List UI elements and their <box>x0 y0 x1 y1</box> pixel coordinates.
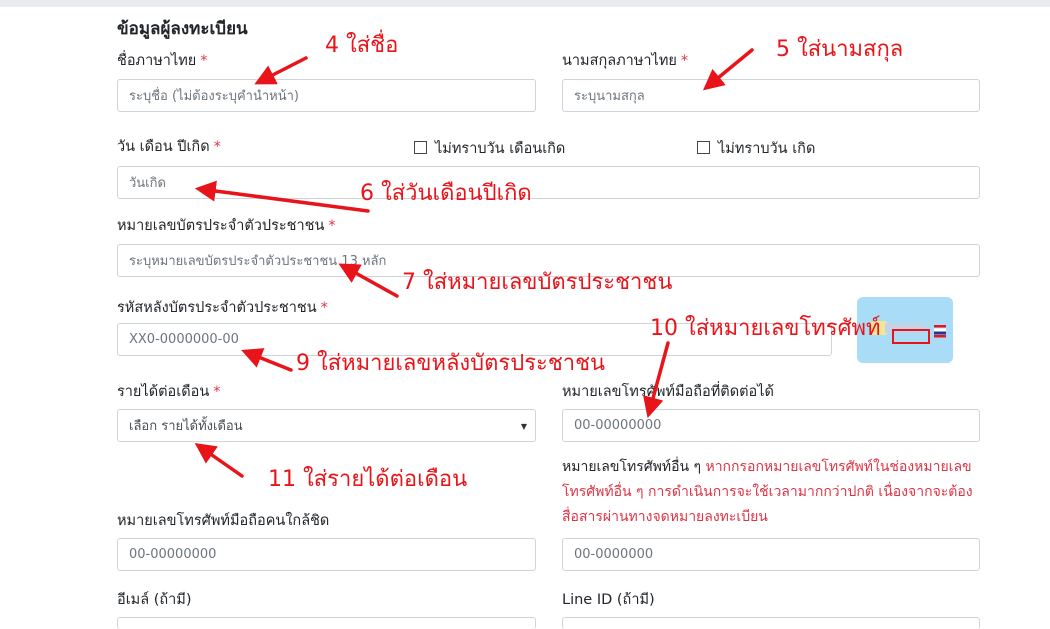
annotation-11: 11 ใส่รายได้ต่อเดือน <box>268 467 468 492</box>
mobile-input[interactable]: 00-00000000 <box>562 409 980 442</box>
annotation-5: 5 ใส่นามสกุล <box>776 37 904 62</box>
email-input[interactable] <box>117 617 536 629</box>
id-card-label: หมายเลขบัตรประจำตัวประชาชน * <box>117 218 336 234</box>
annotation-10: 10 ใส่หมายเลขโทรศัพท์ <box>650 316 881 341</box>
other-phone-input[interactable]: 00-0000000 <box>562 538 980 571</box>
birth-date-label: วัน เดือน ปีเกิด * <box>117 139 221 155</box>
section-title: ข้อมูลผู้ลงทะเบียน <box>117 19 248 39</box>
income-label: รายได้ต่อเดือน * <box>117 384 221 400</box>
income-select[interactable]: เลือก รายได้ทั้งเดือน ▼ <box>117 409 536 442</box>
mobile-label: หมายเลขโทรศัพท์มือถือที่ติดต่อได้ <box>562 384 774 400</box>
caret-down-icon: ▼ <box>520 422 527 431</box>
checkbox-box[interactable] <box>697 141 710 154</box>
last-name-label: นามสกุลภาษาไทย * <box>562 53 689 69</box>
first-name-label: ชื่อภาษาไทย * <box>117 53 208 69</box>
arrow-11 <box>194 442 244 478</box>
checkbox-box[interactable] <box>414 141 427 154</box>
line-id-label: Line ID (ถ้ามี) <box>562 592 655 608</box>
id-card-back-label: รหัสหลังบัตรประจำตัวประชาชน * <box>117 300 328 316</box>
unknown-day-month-checkbox[interactable]: ไม่ทราบวัน เดือนเกิด <box>414 137 565 160</box>
line-id-input[interactable] <box>562 617 980 629</box>
close-contact-label: หมายเลขโทรศัพท์มือถือคนใกล้ชิด <box>117 513 330 529</box>
other-phone-label: หมายเลขโทรศัพท์อื่น ๆ หากกรอกหมายเลขโทรศ… <box>562 459 973 525</box>
email-label: อีเมล์ (ถ้ามี) <box>117 592 192 608</box>
annotation-7: 7 ใส่หมายเลขบัตรประชาชน <box>402 270 673 295</box>
unknown-day-checkbox[interactable]: ไม่ทราบวัน เกิด <box>697 137 815 160</box>
last-name-input[interactable]: ระบุนามสกุล <box>562 79 980 112</box>
annotation-6: 6 ใส่วันเดือนปีเกิด <box>360 181 532 206</box>
annotation-9: 9 ใส่หมายเลขหลังบัตรประชาชน <box>296 351 606 376</box>
annotation-4: 4 ใส่ชื่อ <box>325 33 399 58</box>
top-bar <box>0 0 1050 7</box>
first-name-input[interactable]: ระบุชื่อ (ไม่ต้องระบุคำนำหน้า) <box>117 79 536 112</box>
birth-date-input[interactable]: วันเกิด <box>117 166 980 199</box>
close-contact-input[interactable]: 00-00000000 <box>117 538 536 571</box>
